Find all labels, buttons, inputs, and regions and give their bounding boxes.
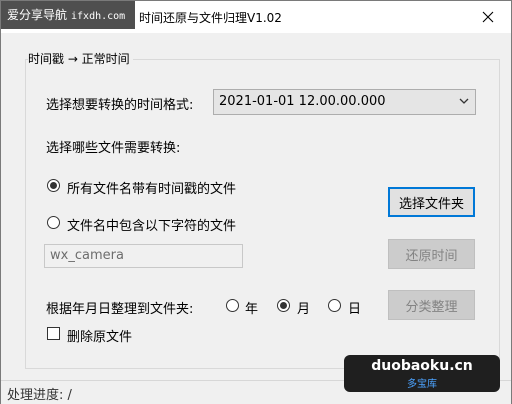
close-button[interactable] [465,1,511,33]
window-title: 时间还原与文件归理V1.02 [139,11,282,25]
organize-label: 根据年月日整理到文件夹: [46,302,194,317]
restore-time-button[interactable]: 还原时间 [388,239,475,269]
badge-sub-text: 多宝库 [407,379,437,390]
close-icon [482,11,494,23]
format-label: 选择想要转换的时间格式: [46,98,194,113]
radio-day[interactable] [328,299,341,312]
files-label: 选择哪些文件需要转换: [46,141,181,156]
site-watermark: 爱分享导航 ifxdh.com [1,1,135,29]
radio-month[interactable] [277,299,290,312]
group-title: 时间戳 → 正常时间 [28,50,133,67]
filename-filter-value: wx_camera [50,248,124,263]
radio-year-label: 年 [245,302,259,317]
badge-main-text: duobaoku.cn [371,358,473,374]
classify-button[interactable]: 分类整理 [388,290,475,320]
radio-year[interactable] [226,299,239,312]
radio-contains-files[interactable] [47,216,60,229]
app-window: 时间还原与文件归理V1.02 爱分享导航 ifxdh.com 时间戳 → 正常时间… [0,0,512,404]
radio-day-label: 日 [348,302,362,317]
radio-contains-files-label: 文件名中包含以下字符的文件 [67,219,237,234]
radio-month-label: 月 [297,302,311,317]
site-badge: duobaoku.cn 多宝库 [344,355,500,392]
watermark-text: 爱分享导航 [7,8,68,22]
status-text: 处理进度: / [7,388,72,403]
delete-original-checkbox[interactable] [47,327,60,340]
time-format-select[interactable]: 2021-01-01 12.00.00.000 [213,89,476,115]
select-folder-button[interactable]: 选择文件夹 [388,187,475,217]
time-format-value: 2021-01-01 12.00.00.000 [219,94,386,109]
delete-original-label: 删除原文件 [67,330,133,345]
radio-all-files-label: 所有文件名带有时间戳的文件 [67,182,237,197]
filename-filter-input[interactable]: wx_camera [44,244,243,268]
radio-all-files[interactable] [47,179,60,192]
watermark-site: ifxdh.com [71,11,126,22]
chevron-down-icon [458,94,470,112]
